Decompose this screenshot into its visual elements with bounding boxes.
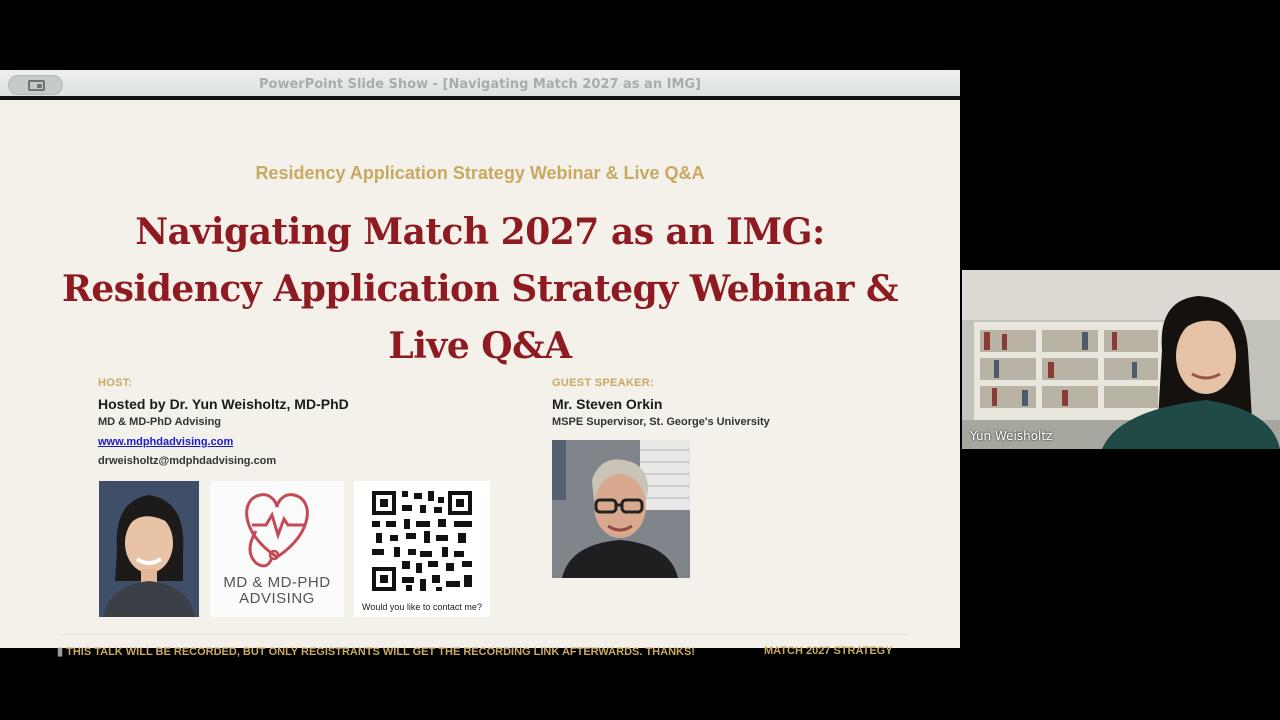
contact-qr-code[interactable]: Would you like to contact me? (354, 481, 490, 617)
footer-tagline: MATCH 2027 STRATEGY (764, 645, 893, 657)
host-photo (99, 481, 199, 617)
guest-name: Mr. Steven Orkin (552, 396, 663, 412)
advising-logo-line2: ADVISING (239, 590, 315, 607)
window-title: PowerPoint Slide Show - [Navigating Matc… (259, 77, 701, 92)
heart-stethoscope-icon (245, 493, 309, 568)
recording-notice: ▮ THIS TALK WILL BE RECORDED, BUT ONLY R… (57, 645, 695, 658)
advising-logo-line1: MD & MD-PHD (223, 574, 331, 591)
footer-divider (60, 634, 910, 635)
advising-logo: MD & MD-PHD ADVISING (210, 481, 344, 617)
participant-name-label: Yun Weisholtz (970, 429, 1053, 443)
qr-caption: Would you like to contact me? (362, 602, 482, 612)
slide-kicker: Residency Application Strategy Webinar &… (255, 163, 705, 183)
shared-screen-window: PowerPoint Slide Show - [Navigating Matc… (0, 70, 960, 658)
film-icon: ▮ (57, 646, 64, 658)
slide: Residency Application Strategy Webinar &… (0, 104, 960, 658)
guest-photo (552, 440, 690, 578)
participant-video-tile[interactable]: Yun Weisholtz (962, 270, 1280, 449)
slideshow-titlebar: PowerPoint Slide Show - [Navigating Matc… (0, 70, 960, 100)
participant-video (962, 270, 1280, 449)
recording-notice-text: THIS TALK WILL BE RECORDED, BUT ONLY REG… (66, 646, 695, 658)
advising-logo-text: MD & MD-PHD ADVISING (210, 575, 344, 607)
qr-code-icon (372, 491, 472, 591)
guest-role: MSPE Supervisor, St. George's University (552, 416, 770, 428)
host-email: drweisholtz@mdphdadvising.com (98, 455, 277, 467)
host-name: Hosted by Dr. Yun Weisholtz, MD-PhD (98, 396, 349, 412)
slide-title: Navigating Match 2027 as an IMG: Residen… (61, 211, 899, 367)
host-label: HOST: (98, 377, 133, 389)
guest-label: GUEST SPEAKER: (552, 377, 654, 389)
host-website-link[interactable]: www.mdphdadvising.com (98, 436, 233, 448)
host-org: MD & MD-PhD Advising (98, 416, 222, 428)
